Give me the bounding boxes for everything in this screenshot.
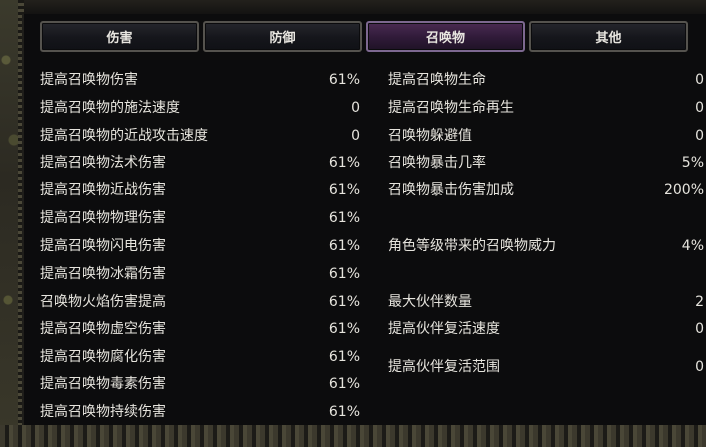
stat-value: 0: [695, 128, 704, 144]
stat-row: 召唤物暴击几率 5%: [388, 153, 704, 173]
stat-label: 提高召唤物近战伤害: [40, 182, 166, 198]
stat-label: 提高召唤物物理伤害: [40, 210, 166, 226]
tab-minions[interactable]: 召唤物: [366, 21, 525, 52]
stat-value: 61%: [328, 210, 360, 226]
stat-label: 提高召唤物虚空伤害: [40, 321, 166, 337]
stat-row: 提高召唤物虚空伤害 61%: [40, 319, 360, 339]
stat-value: 61%: [328, 349, 360, 365]
stat-value: 61%: [328, 72, 360, 88]
stat-value: 61%: [328, 376, 360, 392]
stat-value: 61%: [328, 294, 360, 310]
stat-label: 最大伙伴数量: [388, 294, 472, 310]
stat-label: 提高召唤物持续伤害: [40, 404, 166, 420]
stat-value: 0: [351, 128, 360, 144]
stat-label: 提高召唤物冰霜伤害: [40, 266, 166, 282]
stat-value: 4%: [681, 238, 704, 254]
stat-row: 召唤物火焰伤害提高 61%: [40, 292, 360, 312]
stat-row: 角色等级带来的召唤物威力 4%: [388, 236, 704, 256]
stat-row: 提高召唤物的施法速度 0: [40, 98, 360, 118]
stat-row: 提高召唤物闪电伤害 61%: [40, 236, 360, 256]
stat-row: 提高召唤物生命再生 0: [388, 98, 704, 118]
stat-row: 提高召唤物近战伤害 61%: [40, 180, 360, 200]
stat-row: 提高召唤物腐化伤害 61%: [40, 347, 360, 367]
stat-row: 提高召唤物持续伤害 61%: [40, 402, 360, 422]
stat-label: 提高召唤物的近战攻击速度: [40, 128, 208, 144]
stat-label: 召唤物躲避值: [388, 128, 472, 144]
stat-row: 提高召唤物的近战攻击速度 0: [40, 126, 360, 146]
stat-row: 提高召唤物物理伤害 61%: [40, 208, 360, 228]
stat-label: 提高召唤物腐化伤害: [40, 349, 166, 365]
stats-panel: 伤害 防御 召唤物 其他 提高召唤物伤害 61% 提高召唤物的施法速度 0 提高召唤…: [22, 14, 706, 425]
stat-value: 61%: [328, 321, 360, 337]
stat-row: 提高召唤物冰霜伤害 61%: [40, 264, 360, 284]
stat-label: 角色等级带来的召唤物威力: [388, 238, 556, 254]
tab-other[interactable]: 其他: [529, 21, 688, 52]
stat-value: 0: [695, 359, 704, 375]
stat-label: 提高召唤物闪电伤害: [40, 238, 166, 254]
stats-tab-bar: 伤害 防御 召唤物 其他: [40, 21, 688, 53]
stat-label: 召唤物暴击伤害加成: [388, 182, 514, 198]
stat-row: 提高召唤物伤害 61%: [40, 70, 360, 90]
stat-label: 召唤物火焰伤害提高: [40, 294, 166, 310]
stat-value: 0: [695, 72, 704, 88]
stat-row: 提高伙伴复活范围 0: [388, 357, 704, 377]
stat-label: 提高伙伴复活速度: [388, 321, 500, 337]
stat-row: 召唤物暴击伤害加成 200%: [388, 180, 704, 200]
stat-value: 2: [695, 294, 704, 310]
stat-value: 0: [695, 321, 704, 337]
stat-value: 0: [695, 100, 704, 116]
stat-row: 提高伙伴复活速度 0: [388, 319, 704, 339]
stat-label: 召唤物暴击几率: [388, 155, 486, 171]
stat-value: 200%: [663, 182, 704, 198]
tab-damage[interactable]: 伤害: [40, 21, 199, 52]
stat-value: 61%: [328, 182, 360, 198]
stat-row: 召唤物躲避值 0: [388, 126, 704, 146]
stat-label: 提高召唤物毒素伤害: [40, 376, 166, 392]
stat-row: 提高召唤物法术伤害 61%: [40, 153, 360, 173]
frame-left-border: [0, 0, 24, 447]
stat-label: 提高召唤物法术伤害: [40, 155, 166, 171]
stat-value: 61%: [328, 155, 360, 171]
stat-value: 5%: [681, 155, 704, 171]
stat-label: 提高召唤物伤害: [40, 72, 138, 88]
stat-value: 0: [351, 100, 360, 116]
stat-row: 提高召唤物生命 0: [388, 70, 704, 90]
stat-label: 提高召唤物生命: [388, 72, 486, 88]
stat-row: 提高召唤物毒素伤害 61%: [40, 374, 360, 394]
stat-value: 61%: [328, 266, 360, 282]
stat-label: 提高伙伴复活范围: [388, 359, 500, 375]
stat-value: 61%: [328, 404, 360, 420]
stat-label: 提高召唤物生命再生: [388, 100, 514, 116]
stat-label: 提高召唤物的施法速度: [40, 100, 180, 116]
frame-bottom-border: [0, 425, 706, 447]
tab-defense[interactable]: 防御: [203, 21, 362, 52]
stat-value: 61%: [328, 238, 360, 254]
stat-row: 最大伙伴数量 2: [388, 292, 704, 312]
